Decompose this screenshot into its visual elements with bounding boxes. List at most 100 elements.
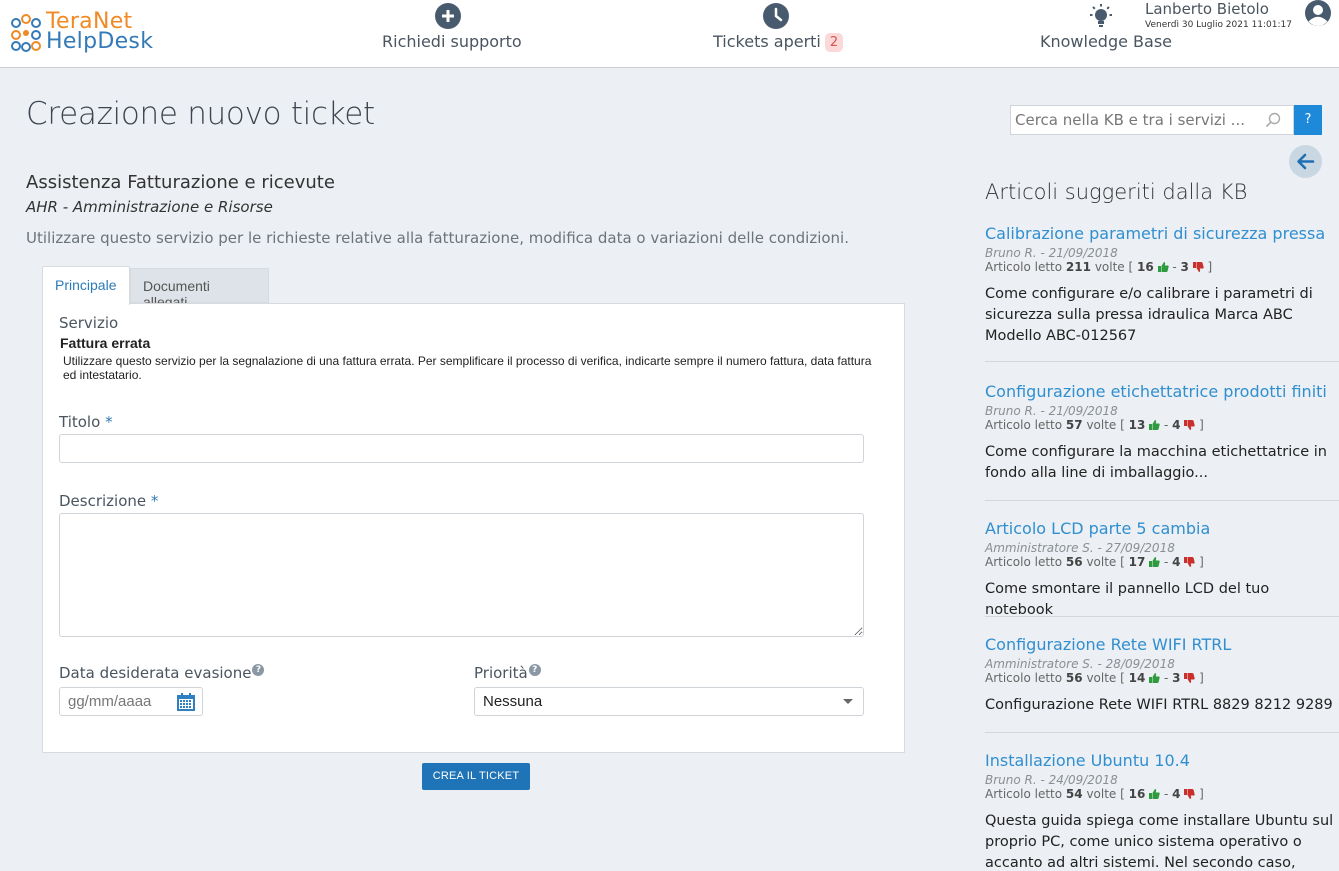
description-required-mark: * <box>150 492 159 510</box>
read-prefix: Articolo letto <box>985 787 1063 801</box>
kb-article-author: Bruno R. - 24/09/2018 <box>985 773 1118 787</box>
ticket-form-panel: Servizio Fattura errata Utilizzare quest… <box>42 303 905 753</box>
create-ticket-button[interactable]: CREA IL TICKET <box>422 763 530 790</box>
nav-knowledge-base[interactable]: Knowledge Base <box>1040 3 1172 51</box>
nav-tickets-aperti[interactable]: Tickets aperti 2 <box>713 3 844 52</box>
back-button[interactable] <box>1289 145 1322 178</box>
kb-article-title[interactable]: Installazione Ubuntu 10.4 <box>985 751 1339 770</box>
logo-text-helpdesk: HelpDesk <box>46 29 154 54</box>
read-prefix: Articolo letto <box>985 260 1063 274</box>
kb-article-stats: Articolo letto 56 volte [ 17 - 4 ] <box>985 555 1204 569</box>
kb-article-excerpt: Come configurare e/o calibrare i paramet… <box>985 286 1313 344</box>
selected-service-name: Fattura errata <box>60 335 151 351</box>
read-suffix: volte <box>1086 418 1117 432</box>
kb-article-stats: Articolo letto 56 volte [ 14 - 3 ] <box>985 671 1204 685</box>
logo-circles-icon <box>11 14 41 52</box>
selected-service-help: Utilizzare questo servizio per la segnal… <box>63 354 872 382</box>
lightbulb-icon <box>1089 4 1112 27</box>
kb-article: Configurazione Rete WIFI RTRL Amministra… <box>985 635 1339 733</box>
kb-article-excerpt: Come configurare la macchina etichettatr… <box>985 444 1327 481</box>
dislike-count: 4 <box>1172 787 1181 801</box>
read-suffix: volte <box>1086 787 1117 801</box>
date-input[interactable]: gg/mm/aaaa <box>59 687 203 716</box>
title-input[interactable] <box>59 434 864 463</box>
kb-article-excerpt: Questa guida spiega come installare Ubun… <box>985 813 1334 871</box>
kb-article-stats: Articolo letto 211 volte [ 16 - 3 ] <box>985 260 1213 274</box>
read-prefix: Articolo letto <box>985 671 1063 685</box>
thumbs-down-icon <box>1184 420 1196 430</box>
kb-search-input[interactable]: Cerca nella KB e tra i servizi ... <box>1010 105 1294 135</box>
kb-article-author: Bruno R. - 21/09/2018 <box>985 404 1118 418</box>
like-count: 16 <box>1128 787 1146 801</box>
user-avatar-icon[interactable] <box>1303 0 1333 30</box>
dislike-count: 4 <box>1172 418 1181 432</box>
kb-article-author: Bruno R. - 21/09/2018 <box>985 246 1118 260</box>
thumbs-down-icon <box>1184 557 1196 567</box>
dislike-count: 3 <box>1172 671 1181 685</box>
date-label-group: Data desiderata evasione? <box>59 664 265 682</box>
priority-help-icon[interactable]: ? <box>528 664 541 676</box>
kb-article-stats: Articolo letto 57 volte [ 13 - 4 ] <box>985 418 1204 432</box>
read-count: 56 <box>1065 671 1083 685</box>
nav-richiedi-supporto[interactable]: Richiedi supporto <box>382 3 522 51</box>
thumbs-up-icon <box>1149 789 1160 799</box>
title-required-mark: * <box>105 413 113 431</box>
tab-principale[interactable]: Principale <box>42 266 130 305</box>
date-label: Data desiderata evasione <box>59 664 252 682</box>
thumbs-up-icon <box>1149 557 1160 567</box>
like-count: 16 <box>1137 260 1154 274</box>
kb-search-placeholder: Cerca nella KB e tra i servizi ... <box>1015 111 1245 129</box>
nav-tickets-aperti-text: Tickets aperti 2 <box>713 32 844 52</box>
nav-knowledge-base-label: Knowledge Base <box>1040 32 1172 51</box>
kb-article-excerpt: Come smontare il pannello LCD del tuo no… <box>985 581 1270 618</box>
read-count: 57 <box>1065 418 1083 432</box>
like-count: 13 <box>1128 418 1146 432</box>
description-label-group: Descrizione * <box>59 492 158 510</box>
page-title: Creazione nuovo ticket <box>26 96 375 132</box>
open-tickets-badge: 2 <box>824 33 844 52</box>
kb-article: Calibrazione parametri di sicurezza pres… <box>985 224 1339 362</box>
teranet-helpdesk-logo[interactable]: TeraNet HelpDesk <box>9 9 179 57</box>
search-help-button[interactable]: ? <box>1294 105 1322 135</box>
kb-article-excerpt: Configurazione Rete WIFI RTRL 8829 8212 … <box>985 697 1339 713</box>
description-textarea[interactable] <box>59 513 864 637</box>
description-label: Descrizione <box>59 492 147 510</box>
priority-selected-value: Nessuna <box>483 693 543 710</box>
current-datetime: Venerdì 30 Luglio 2021 11:01:17 <box>1145 20 1292 30</box>
kb-article-author: Amministratore S. - 27/09/2018 <box>985 541 1175 555</box>
chevron-down-icon <box>843 699 853 704</box>
kb-article-author: Amministratore S. - 28/09/2018 <box>985 657 1175 671</box>
read-count: 54 <box>1065 787 1083 801</box>
tab-documenti-allegati[interactable]: Documenti allegati <box>130 268 269 310</box>
nav-tickets-aperti-label: Tickets aperti <box>713 32 821 51</box>
like-count: 14 <box>1128 671 1146 685</box>
kb-article: Articolo LCD parte 5 cambia Amministrato… <box>985 519 1339 618</box>
service-category: AHR - Amministrazione e Risorse <box>26 198 273 216</box>
kb-article-title[interactable]: Calibrazione parametri di sicurezza pres… <box>985 224 1339 243</box>
kb-article: Installazione Ubuntu 10.4 Bruno R. - 24/… <box>985 751 1339 871</box>
clock-icon <box>763 3 789 29</box>
date-help-icon[interactable]: ? <box>252 664 265 676</box>
dislike-count: 4 <box>1172 555 1181 569</box>
search-icon[interactable] <box>1265 112 1281 128</box>
title-label-group: Titolo * <box>59 413 113 431</box>
service-title: Assistenza Fatturazione e ricevute <box>26 172 335 193</box>
read-suffix: volte <box>1086 555 1117 569</box>
kb-article: Configurazione etichettatrice prodotti f… <box>985 382 1339 501</box>
thumbs-down-icon <box>1184 789 1196 799</box>
calendar-icon[interactable] <box>176 692 196 712</box>
kb-article-title[interactable]: Configurazione Rete WIFI RTRL <box>985 635 1339 654</box>
user-name[interactable]: Lanberto Bietolo <box>1145 0 1269 18</box>
priority-select[interactable]: Nessuna <box>474 687 864 716</box>
thumbs-down-icon <box>1192 262 1204 272</box>
arrow-left-icon <box>1297 153 1315 170</box>
kb-suggested-heading: Articoli suggeriti dalla KB <box>985 180 1248 204</box>
like-count: 17 <box>1128 555 1146 569</box>
service-description: Utilizzare questo servizio per le richie… <box>26 229 849 247</box>
thumbs-up-icon <box>1149 420 1160 430</box>
nav-richiedi-supporto-label: Richiedi supporto <box>382 32 522 51</box>
read-prefix: Articolo letto <box>985 418 1063 432</box>
kb-article-title[interactable]: Articolo LCD parte 5 cambia <box>985 519 1339 538</box>
priority-label: Priorità <box>474 664 528 682</box>
kb-article-title[interactable]: Configurazione etichettatrice prodotti f… <box>985 382 1339 401</box>
